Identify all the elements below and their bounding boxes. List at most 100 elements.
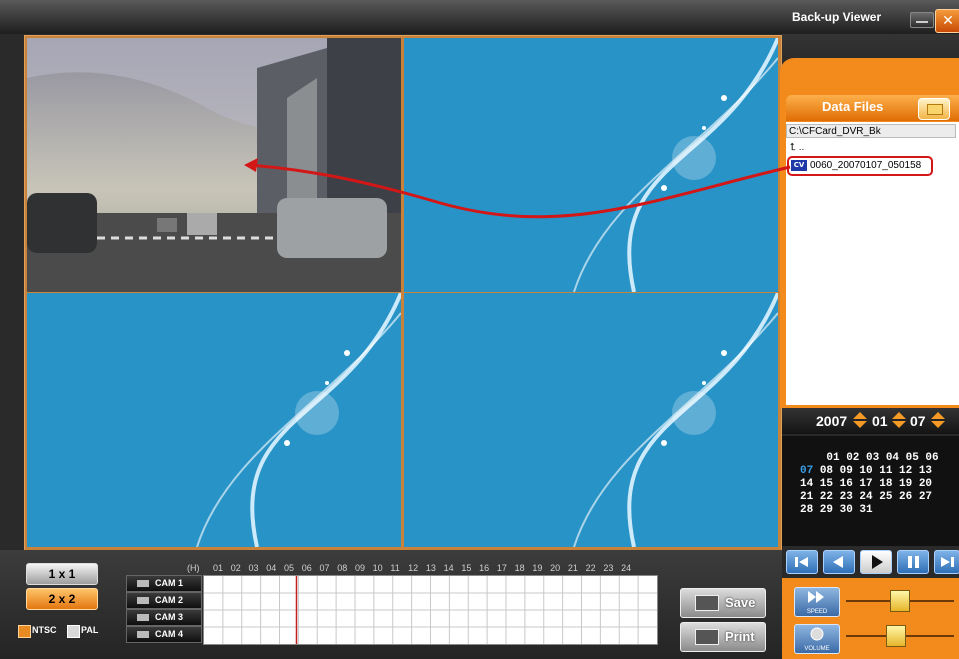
print-button[interactable]: Print	[680, 622, 766, 652]
video-channel-1[interactable]	[27, 38, 401, 292]
hour-label: 16	[479, 563, 490, 573]
hour-label: 19	[532, 563, 543, 573]
day-value: 07	[910, 413, 926, 429]
video-channel-2[interactable]	[404, 38, 778, 292]
cam-1-label[interactable]: CAM 1	[126, 575, 202, 592]
cam-2-name: CAM 2	[155, 595, 184, 605]
hour-label: 13	[425, 563, 436, 573]
hour-label: 15	[461, 563, 472, 573]
volume-slider-handle[interactable]	[886, 625, 906, 647]
up-arrow-icon	[892, 412, 906, 419]
hour-label: 07	[319, 563, 330, 573]
ntsc-checkbox[interactable]	[18, 625, 31, 638]
video-channel-4[interactable]	[404, 293, 778, 547]
rewind-icon	[833, 556, 843, 568]
year-value: 2007	[816, 413, 848, 429]
cam-3-label[interactable]: CAM 3	[126, 609, 202, 626]
calendar-week-1[interactable]: 01 02 03 04 05 06	[800, 452, 950, 464]
print-label: Print	[725, 629, 755, 644]
minimize-icon	[916, 21, 928, 23]
hour-label: 04	[266, 563, 277, 573]
hour-label: 06	[301, 563, 312, 573]
month-value: 01	[872, 413, 888, 429]
hour-label: 08	[337, 563, 348, 573]
minimize-button[interactable]	[910, 12, 934, 28]
folder-icon	[927, 104, 943, 115]
no-signal-background	[404, 38, 778, 292]
hour-label: 18	[514, 563, 525, 573]
month-spinner[interactable]	[892, 412, 906, 428]
speed-label: SPEED	[806, 609, 828, 615]
last-frame-button[interactable]	[934, 550, 959, 574]
volume-label: VOLUME	[804, 646, 830, 652]
last-frame-icon	[941, 557, 954, 567]
up-arrow-icon	[931, 412, 945, 419]
backup-viewer-window: Back-up Viewer ✕ Data Files C:\CFCard_DV…	[0, 0, 959, 659]
speed-button[interactable]: SPEED	[794, 587, 840, 617]
fast-forward-icon	[808, 591, 824, 603]
hour-label: 24	[621, 563, 632, 573]
camera-icon	[137, 597, 149, 605]
hour-label: 17	[496, 563, 507, 573]
hour-label: 09	[354, 563, 365, 573]
close-button[interactable]: ✕	[935, 9, 959, 33]
calendar-week-3[interactable]: 14 15 16 17 18 19 20	[800, 478, 950, 490]
parent-folder-item[interactable]: ⮤ ..	[790, 142, 804, 153]
current-path: C:\CFCard_DVR_Bk	[786, 124, 956, 138]
save-icon	[695, 595, 719, 611]
calendar-week-4[interactable]: 21 22 23 24 25 26 27	[800, 491, 950, 503]
hour-label: 21	[567, 563, 578, 573]
play-button[interactable]	[860, 550, 892, 574]
calendar-today[interactable]: 07	[800, 465, 813, 477]
calendar-week-2[interactable]: 07 08 09 10 11 12 13	[800, 465, 950, 477]
video-file-icon: CV	[791, 160, 807, 171]
open-folder-button[interactable]	[918, 98, 950, 120]
calendar-week-5[interactable]: 28 29 30 31	[800, 504, 950, 516]
save-label: Save	[725, 595, 756, 610]
save-button[interactable]: Save	[680, 588, 766, 618]
volume-button[interactable]: VOLUME	[794, 624, 840, 654]
hour-label: 20	[550, 563, 561, 573]
year-spinner[interactable]	[853, 412, 867, 428]
hour-label: 05	[283, 563, 294, 573]
camera-icon	[137, 614, 149, 622]
hour-label: 22	[585, 563, 596, 573]
window-title: Back-up Viewer	[792, 10, 882, 24]
hour-label: 11	[390, 563, 400, 573]
pause-button[interactable]	[897, 550, 929, 574]
hour-label: 03	[248, 563, 259, 573]
file-name: 0060_20070107_050158	[810, 160, 922, 171]
down-arrow-icon	[892, 421, 906, 428]
pause-icon	[908, 556, 919, 568]
cam-2-label[interactable]: CAM 2	[126, 592, 202, 609]
no-signal-background	[404, 293, 778, 547]
parent-folder-label: ..	[798, 142, 805, 153]
hour-label: 01	[213, 563, 224, 573]
data-files-title: Data Files	[822, 99, 884, 114]
hour-label: 23	[603, 563, 614, 573]
printer-icon	[695, 629, 719, 645]
cam-3-name: CAM 3	[155, 612, 184, 622]
video-channel-3[interactable]	[27, 293, 401, 547]
calendar-week-2-days[interactable]: 08 09 10 11 12 13	[820, 465, 932, 477]
timeline-grid[interactable]	[203, 575, 658, 645]
up-folder-icon: ⮤	[790, 142, 796, 153]
down-arrow-icon	[931, 421, 945, 428]
day-spinner[interactable]	[931, 412, 945, 428]
cam-4-name: CAM 4	[155, 629, 184, 639]
cam-4-label[interactable]: CAM 4	[126, 626, 202, 643]
hour-label: 02	[230, 563, 241, 573]
view-2x2-button[interactable]: 2 x 2	[26, 588, 98, 610]
rewind-button[interactable]	[823, 550, 855, 574]
up-arrow-icon	[853, 412, 867, 419]
pal-checkbox[interactable]	[67, 625, 80, 638]
first-frame-button[interactable]	[786, 550, 818, 574]
speed-slider-handle[interactable]	[890, 590, 910, 612]
down-arrow-icon	[853, 421, 867, 428]
pal-label: PAL	[81, 625, 99, 635]
view-1x1-button[interactable]: 1 x 1	[26, 563, 98, 585]
hour-label: 14	[443, 563, 454, 573]
no-signal-background	[27, 293, 401, 547]
play-icon	[872, 555, 883, 569]
ntsc-label: NTSC	[32, 625, 57, 635]
